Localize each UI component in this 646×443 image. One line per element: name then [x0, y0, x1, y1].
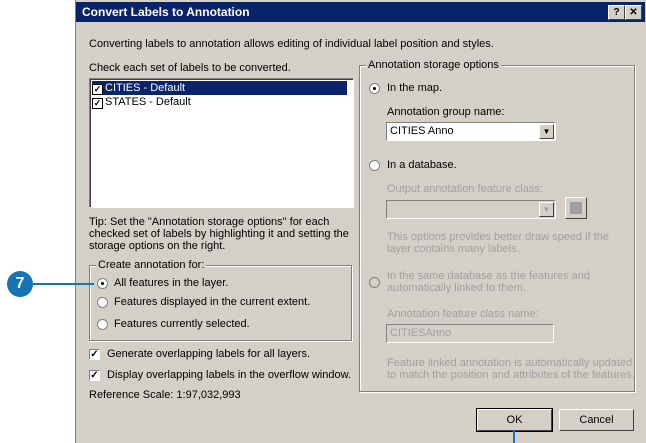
radio-current-extent[interactable] — [97, 297, 108, 308]
radio-all-features[interactable] — [97, 278, 108, 289]
group-name-label: Annotation group name: — [387, 106, 505, 118]
cancel-button[interactable]: Cancel — [559, 409, 634, 431]
check-label: Check each set of labels to be converted… — [89, 62, 291, 74]
radio-selected[interactable] — [97, 319, 108, 330]
close-button[interactable]: ✕ — [625, 5, 642, 20]
intro-text: Converting labels to annotation allows e… — [89, 38, 494, 50]
dialog-title: Convert Labels to Annotation — [82, 5, 250, 19]
label-class-list[interactable]: ✓ CITIES - Default ✓ STATES - Default — [89, 78, 354, 208]
same-db-line-1[interactable]: In the same database as the features and — [387, 270, 590, 282]
linked-note-line-2: to match the position and attributes of … — [387, 369, 635, 381]
class-name-field[interactable]: CITIESAnno — [386, 324, 554, 343]
group-name-value: CITIES Anno — [390, 125, 454, 137]
option-selected[interactable]: Features currently selected. — [114, 318, 250, 330]
ok-button[interactable]: OK — [476, 408, 553, 432]
dropdown-arrow-icon[interactable]: ▼ — [539, 202, 554, 217]
help-button[interactable]: ? — [608, 5, 625, 20]
callout-pointer — [513, 430, 515, 443]
dropdown-arrow-icon[interactable]: ▼ — [539, 124, 554, 139]
radio-in-map[interactable] — [369, 83, 380, 94]
option-current-extent[interactable]: Features displayed in the current extent… — [114, 296, 310, 308]
dialog: Convert Labels to Annotation ? ✕ Convert… — [75, 0, 646, 443]
db-note-line-1: This options provides better draw speed … — [387, 231, 609, 243]
callout-line — [33, 283, 94, 285]
group-legend: Annotation storage options — [366, 59, 501, 71]
db-note-line-2: layer contains many labels. — [387, 243, 520, 255]
overlap-window-label[interactable]: Display overlapping labels in the overfl… — [107, 369, 351, 381]
class-name-label: Annotation feature class name: — [387, 308, 539, 320]
option-all-features[interactable]: All features in the layer. — [114, 277, 228, 289]
tip-line-1: Tip: Set the "Annotation storage options… — [89, 216, 330, 228]
tip-line-2: checked set of labels by highlighting it… — [89, 228, 349, 240]
option-in-map[interactable]: In the map. — [387, 82, 442, 94]
list-item[interactable]: ✓ CITIES - Default — [92, 81, 347, 95]
output-class-label: Output annotation feature class: — [387, 183, 543, 195]
list-item[interactable]: ✓ STATES - Default — [92, 95, 347, 109]
overlap-all-label[interactable]: Generate overlapping labels for all laye… — [107, 348, 310, 360]
browse-button[interactable] — [565, 197, 587, 219]
radio-in-database[interactable] — [369, 160, 380, 171]
overlap-all-checkbox[interactable]: ✓ — [89, 349, 100, 360]
group-name-combo[interactable]: CITIES Anno ▼ — [386, 122, 556, 141]
radio-same-database[interactable] — [369, 277, 380, 288]
browse-icon — [570, 202, 582, 214]
tip-line-3: storage options on the right. — [89, 240, 226, 252]
step-callout: 7 — [7, 271, 33, 297]
reference-scale: Reference Scale: 1:97,032,993 — [89, 389, 241, 401]
overlap-window-checkbox[interactable]: ✓ — [89, 370, 100, 381]
class-name-value: CITIESAnno — [390, 327, 452, 339]
option-in-database[interactable]: In a database. — [387, 159, 457, 171]
checkbox-checked-icon[interactable]: ✓ — [92, 84, 103, 95]
output-class-combo[interactable]: ▼ — [386, 200, 556, 219]
linked-note-line-1: Feature linked annotation is automatical… — [387, 357, 633, 369]
checkbox-checked-icon[interactable]: ✓ — [92, 98, 103, 109]
title-bar: Convert Labels to Annotation ? ✕ — [76, 2, 645, 22]
group-legend: Create annotation for: — [96, 259, 207, 271]
same-db-line-2[interactable]: automatically linked to them. — [387, 282, 526, 294]
